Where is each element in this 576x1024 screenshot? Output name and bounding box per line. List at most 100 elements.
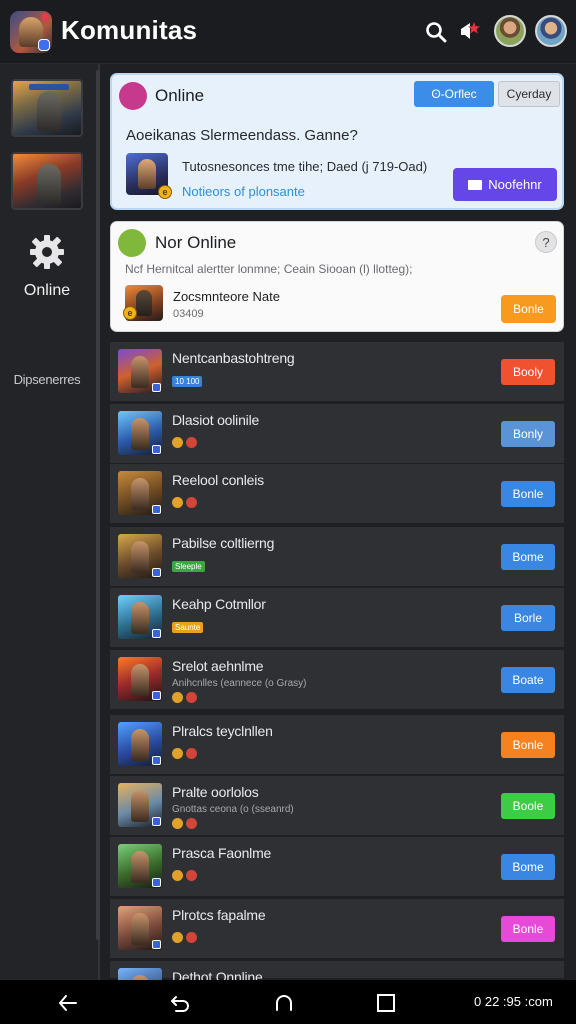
coin-icon	[172, 497, 183, 508]
home-icon[interactable]	[272, 991, 296, 1015]
platform-badge	[152, 878, 161, 887]
platform-badge	[152, 505, 161, 514]
list-item-title: Keahp Cotmllor	[172, 596, 266, 612]
gem-icon	[186, 870, 197, 881]
reward-icons	[172, 692, 197, 703]
list-item[interactable]: Keahp Cotmllor Saunte Borle	[110, 588, 564, 648]
game-thumbnail[interactable]	[118, 844, 162, 888]
today-button[interactable]: Cyerday	[498, 81, 560, 107]
coin-icon	[172, 818, 183, 829]
game-thumbnail-figure	[131, 356, 149, 388]
app-logo[interactable]	[10, 11, 52, 53]
sidebar-game-thumbnail[interactable]	[11, 79, 83, 137]
game-action-button[interactable]: Bonle	[501, 295, 556, 323]
list-item-button[interactable]: Bonle	[501, 481, 555, 507]
list-item-button[interactable]: Bonle	[501, 916, 555, 942]
list-item-button[interactable]: Bome	[501, 854, 555, 880]
game-thumbnail[interactable]	[118, 595, 162, 639]
notify-button[interactable]: Noofehnr	[453, 168, 557, 201]
game-thumbnail[interactable]	[118, 657, 162, 701]
game-thumbnail[interactable]	[118, 471, 162, 515]
help-icon[interactable]: ?	[535, 231, 557, 253]
reward-icons	[172, 932, 197, 943]
page-title: Komunitas	[61, 15, 198, 45]
platform-badge	[152, 445, 161, 454]
undo-icon[interactable]	[168, 991, 192, 1015]
back-icon[interactable]	[56, 991, 80, 1015]
list-item[interactable]: Plralcs teyclnllen Bonle	[110, 715, 564, 775]
game-thumbnail[interactable]	[118, 906, 162, 950]
platform-badge	[152, 756, 161, 765]
reward-icons	[172, 497, 197, 508]
notification-icon[interactable]	[458, 19, 482, 43]
game-thumbnail-figure	[131, 913, 149, 945]
coin-icon	[172, 692, 183, 703]
list-item[interactable]: Srelot aehnlme Anihcnlles (eannece (o Gra…	[110, 650, 564, 710]
sidebar-item-dispensers[interactable]: Dipsenerres	[0, 372, 94, 387]
list-item[interactable]: Pabilse coltlierng Sleeple Bome	[110, 527, 564, 587]
game-thumbnail-figure	[138, 159, 156, 189]
game-subtitle: 03409	[173, 308, 204, 320]
reward-icons	[172, 818, 197, 829]
search-icon[interactable]	[425, 21, 447, 43]
list-item[interactable]: Prasca Faonlme Bome	[110, 837, 564, 897]
scrollbar[interactable]	[96, 70, 100, 940]
gem-icon	[186, 932, 197, 943]
game-thumbnail[interactable]	[118, 783, 162, 827]
online-card-question: Aoeikanas Slermeendass. Ganne?	[126, 127, 358, 144]
recents-icon[interactable]	[374, 991, 398, 1015]
mail-icon	[468, 179, 483, 190]
list-item-button[interactable]: Bonle	[501, 732, 555, 758]
status-badge: Saunte	[172, 622, 204, 633]
game-thumbnail-banner	[29, 84, 69, 90]
list-item-button[interactable]: Boate	[501, 667, 555, 693]
list-item-subtitle: Gnottas ceona (o (sseanrd)	[172, 804, 294, 815]
not-online-card-note: Ncf Hernitcal alertter lonmne; Ceain Sio…	[125, 262, 413, 276]
list-item-title: Reelool conleis	[172, 472, 264, 488]
game-thumbnail[interactable]	[118, 722, 162, 766]
online-card-title: Online	[155, 86, 205, 105]
online-card-link[interactable]: Notieors of plonsante	[182, 184, 305, 199]
game-thumbnail-figure	[131, 541, 149, 573]
game-thumbnail-figure	[136, 290, 152, 316]
list-item-button[interactable]: Borle	[501, 605, 555, 631]
profile-avatar[interactable]	[535, 15, 567, 47]
game-thumbnail[interactable]	[118, 534, 162, 578]
list-item[interactable]: Nentcanbastohtreng 10 100 Booly	[110, 342, 564, 402]
notify-button-label: Noofehnr	[488, 177, 542, 192]
gem-icon	[186, 497, 197, 508]
user-avatar[interactable]	[494, 15, 526, 47]
game-thumbnail[interactable]	[118, 349, 162, 393]
list-item[interactable]: Plrotcs fapalme Bonle	[110, 899, 564, 959]
gem-icon	[186, 748, 197, 759]
list-item[interactable]: Dethot Onnline	[110, 961, 564, 1012]
reward-icons	[172, 748, 197, 759]
game-thumbnail-figure	[131, 664, 149, 696]
platform-badge	[152, 940, 161, 949]
list-item[interactable]: Pralte oorlolos Gnottas ceona (o (sseanrd…	[110, 776, 564, 836]
game-thumbnail[interactable]	[118, 411, 162, 455]
not-online-card-title: Nor Online	[155, 233, 237, 252]
list-item-button[interactable]: Bome	[501, 544, 555, 570]
app-logo-badge	[38, 39, 50, 51]
game-name: Zocsmnteore Nate	[173, 289, 280, 304]
platform-badge	[152, 568, 161, 577]
list-item[interactable]: Dlasiot oolinile Bonly	[110, 404, 564, 464]
sidebar-game-thumbnail[interactable]	[11, 152, 83, 210]
gear-icon[interactable]	[27, 232, 67, 272]
status-badge: 10 100	[172, 376, 203, 387]
online-status-icon	[119, 82, 147, 110]
online-filter-button[interactable]: ʘ-Orflec	[414, 81, 494, 107]
list-item-button[interactable]: Booly	[501, 359, 555, 385]
not-online-status-icon	[118, 229, 146, 257]
coin-icon	[172, 932, 183, 943]
top-app-bar: Komunitas	[0, 0, 576, 64]
gem-icon	[186, 692, 197, 703]
list-item[interactable]: Reelool conleis Bonle	[110, 464, 564, 524]
reward-icons	[172, 437, 197, 448]
sidebar-item-online[interactable]: Online	[0, 282, 94, 300]
game-thumbnail-figure	[37, 91, 61, 131]
list-item-button[interactable]: Boole	[501, 793, 555, 819]
list-item-title: Pralte oorlolos	[172, 784, 259, 800]
list-item-button[interactable]: Bonly	[501, 421, 555, 447]
